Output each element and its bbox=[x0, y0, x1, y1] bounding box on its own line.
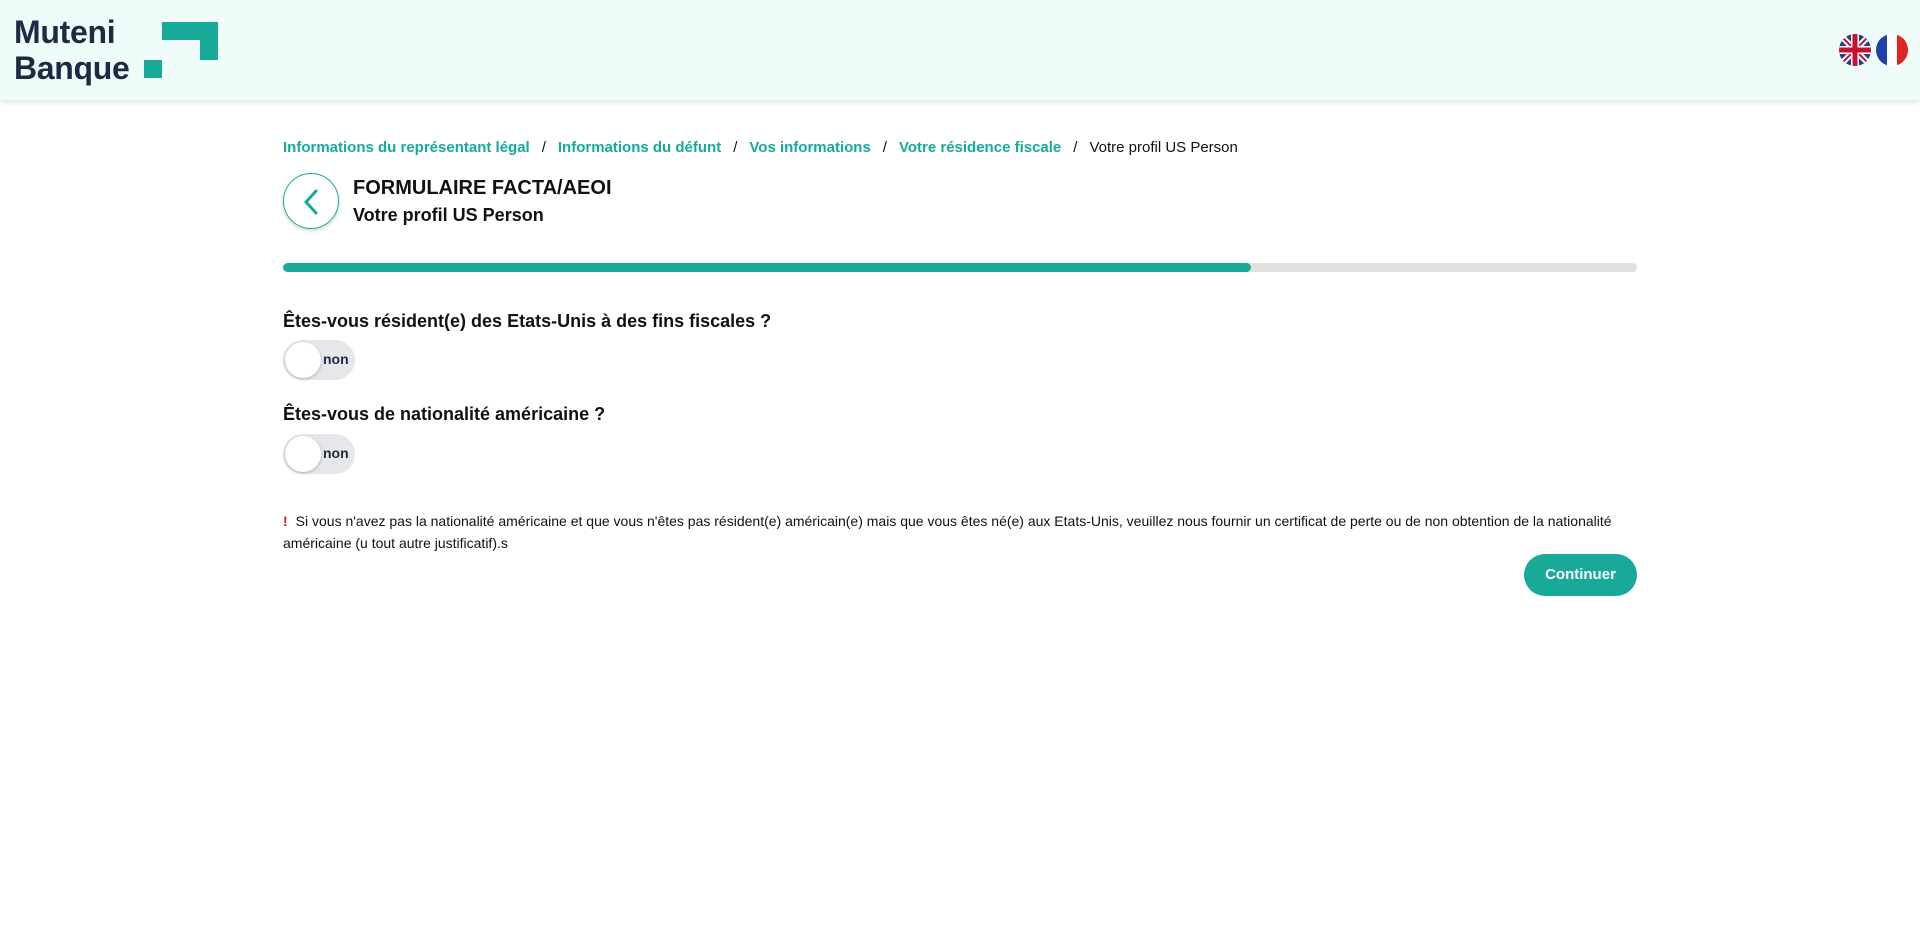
progress-bar-fill bbox=[283, 263, 1252, 272]
chevron-left-icon bbox=[304, 189, 318, 215]
form-subtitle: Votre profil US Person bbox=[353, 205, 544, 225]
breadcrumb-separator: / bbox=[733, 139, 738, 156]
exclamation-icon: ! bbox=[283, 513, 288, 529]
muteni-banque-logo[interactable]: Muteni Banque bbox=[14, 14, 218, 86]
logo-line-1: Muteni bbox=[14, 14, 116, 50]
logo-line-2: Banque bbox=[14, 50, 130, 86]
breadcrumb-defunt[interactable]: Informations du défunt bbox=[558, 139, 721, 156]
toggle-value-label: non bbox=[323, 351, 349, 367]
app-header: Muteni Banque bbox=[0, 0, 1920, 100]
continue-button[interactable]: Continuer bbox=[1524, 554, 1637, 596]
toggle-value-label: non bbox=[323, 445, 349, 461]
logo-square-icon bbox=[144, 60, 162, 78]
us-tax-resident-toggle[interactable]: non bbox=[283, 340, 355, 380]
breadcrumb-vos-informations[interactable]: Vos informations bbox=[749, 139, 870, 156]
progress-bar bbox=[283, 263, 1637, 272]
breadcrumb-separator: / bbox=[1073, 139, 1078, 156]
logo-mark-icon bbox=[162, 22, 218, 60]
breadcrumb-residence-fiscale[interactable]: Votre résidence fiscale bbox=[899, 139, 1061, 156]
breadcrumb-representant[interactable]: Informations du représentant légal bbox=[283, 139, 530, 156]
notice-text: Si vous n'avez pas la nationalité améric… bbox=[283, 513, 1612, 551]
toggle-knob bbox=[285, 342, 321, 378]
breadcrumb-current: Votre profil US Person bbox=[1089, 139, 1238, 156]
back-button[interactable] bbox=[283, 173, 339, 229]
france-flag-icon[interactable] bbox=[1876, 34, 1908, 66]
breadcrumb-separator: / bbox=[541, 139, 546, 156]
toggle-knob bbox=[285, 436, 321, 472]
birthplace-notice: ! Si vous n'avez pas la nationalité améri… bbox=[283, 510, 1623, 554]
breadcrumb-separator: / bbox=[882, 139, 887, 156]
form-title: FORMULAIRE FACTA/AEOI bbox=[353, 177, 612, 199]
logo-text: Muteni Banque bbox=[14, 14, 130, 86]
uk-flag-icon[interactable] bbox=[1839, 34, 1871, 66]
question-us-tax-resident: Êtes-vous résident(e) des Etats-Unis à d… bbox=[283, 311, 772, 331]
breadcrumb: Informations du représentant légal / Infor… bbox=[283, 138, 1238, 158]
us-nationality-toggle[interactable]: non bbox=[283, 434, 355, 474]
question-us-nationality: Êtes-vous de nationalité américaine ? bbox=[283, 404, 606, 424]
